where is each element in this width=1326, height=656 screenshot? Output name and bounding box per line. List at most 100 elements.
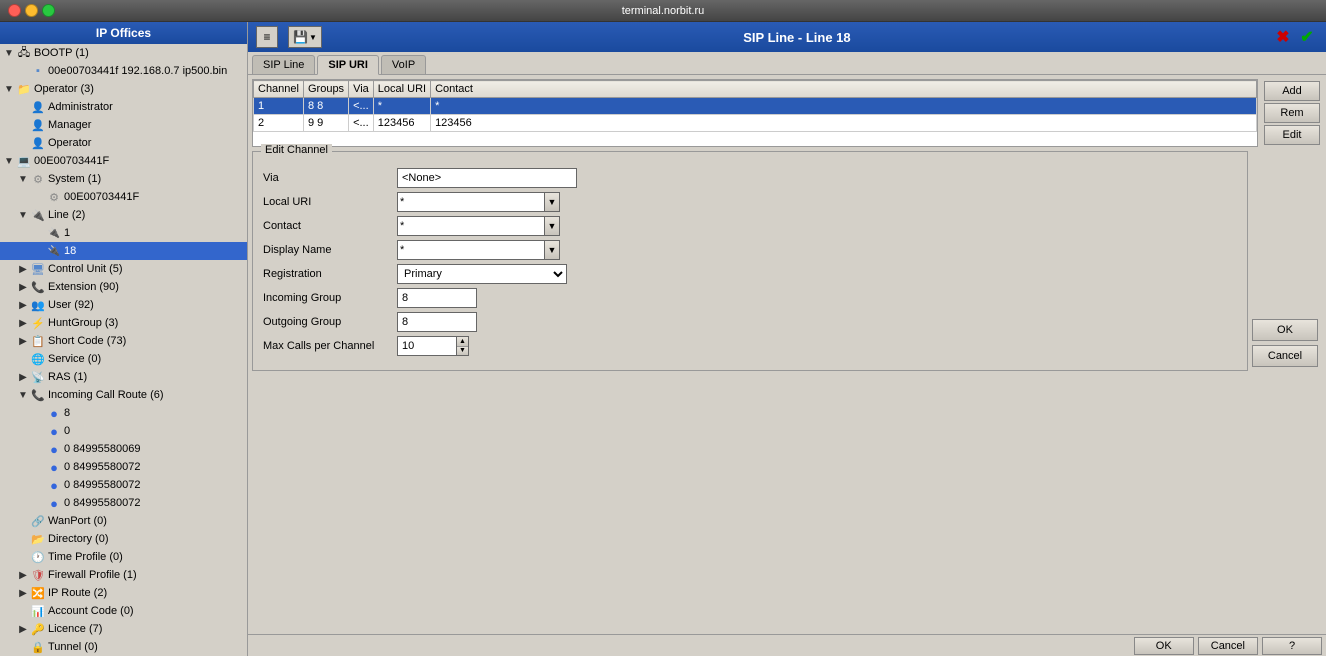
sidebar-item-bootp[interactable]: ▼ 🖧 BOOTP (1) [0,44,247,62]
edit-button[interactable]: Edit [1264,125,1320,145]
line-icon: 🔌 [30,207,46,223]
minimize-button[interactable] [25,4,38,17]
bottom-help-button[interactable]: ? [1262,637,1322,655]
spin-down-button[interactable]: ▼ [457,347,468,356]
sidebar-item-bootp-addr[interactable]: ▪ 00e00703441f 192.168.0.7 ip500.bin [0,62,247,80]
via-row: Via [263,168,1237,188]
sidebar-item-route-072a[interactable]: ● 0 84995580072 [0,458,247,476]
sidebar-item-incoming-call-route[interactable]: ▼ 📞 Incoming Call Route (6) [0,386,247,404]
sidebar-item-shortcode[interactable]: ▶ 📋 Short Code (73) [0,332,247,350]
sidebar-item-ip-route[interactable]: ▶ 🔀 IP Route (2) [0,584,247,602]
maximize-button[interactable] [42,4,55,17]
sidebar-item-control-unit[interactable]: ▶ 🖥 Control Unit (5) [0,260,247,278]
sidebar-item-licence[interactable]: ▶ 🔑 Licence (7) [0,620,247,638]
remove-button[interactable]: Rem [1264,103,1320,123]
sidebar-item-administrator[interactable]: 👤 Administrator [0,98,247,116]
bottom-ok-button[interactable]: OK [1134,637,1194,655]
sidebar-item-route-072b[interactable]: ● 0 84995580072 [0,476,247,494]
display-name-dropdown[interactable]: ▼ [544,240,560,260]
menu-button[interactable]: ≡ [256,26,278,48]
display-name-field[interactable] [397,240,544,260]
expander-ras[interactable]: ▶ [16,370,30,384]
sidebar-label-manager: Manager [48,119,91,131]
panel-toolbar: ≡ 💾 ▼ [256,26,322,48]
outgoing-group-input[interactable] [397,312,477,332]
window-controls[interactable] [8,4,55,17]
expander-op-item [16,136,30,150]
expander-admin [16,100,30,114]
right-panel: ≡ 💾 ▼ SIP Line - Line 18 ✖ ✔ SIP Line SI… [248,22,1326,656]
sidebar-item-route-0[interactable]: ● 0 [0,422,247,440]
sidebar-label-route-069: 0 84995580069 [64,443,140,455]
bottom-cancel-button[interactable]: Cancel [1198,637,1258,655]
expander-line[interactable]: ▼ [16,208,30,222]
contact-field[interactable] [397,216,544,236]
ok-button[interactable]: OK [1252,319,1318,341]
panel-close-button[interactable]: ✖ [1272,26,1294,48]
sidebar-item-firewall-profile[interactable]: ▶ 🛡 Firewall Profile (1) [0,566,247,584]
expander-control-unit[interactable]: ▶ [16,262,30,276]
cancel-button[interactable]: Cancel [1252,345,1318,367]
sidebar-item-route-8[interactable]: ● 8 [0,404,247,422]
expander-licence[interactable]: ▶ [16,622,30,636]
spin-up-button[interactable]: ▲ [457,337,468,347]
route-069-icon: ● [46,441,62,457]
expander-shortcode[interactable]: ▶ [16,334,30,348]
sidebar-item-extension[interactable]: ▶ 📞 Extension (90) [0,278,247,296]
sidebar-item-account-code[interactable]: 📊 Account Code (0) [0,602,247,620]
contact-dropdown[interactable]: ▼ [544,216,560,236]
local-uri-dropdown[interactable]: ▼ [544,192,560,212]
cell-groups: 9 9 [303,115,348,132]
incoming-group-input[interactable] [397,288,477,308]
add-button[interactable]: Add [1264,81,1320,101]
expander-user[interactable]: ▶ [16,298,30,312]
local-uri-label: Local URI [263,196,393,208]
sidebar-item-huntgroup[interactable]: ▶ ⚡ HuntGroup (3) [0,314,247,332]
local-uri-field[interactable] [397,192,544,212]
sidebar-item-time-profile[interactable]: 🕐 Time Profile (0) [0,548,247,566]
expander-icr[interactable]: ▼ [16,388,30,402]
sidebar-item-ras[interactable]: ▶ 📡 RAS (1) [0,368,247,386]
expander-bootp[interactable]: ▼ [2,46,16,60]
expander-extension[interactable]: ▶ [16,280,30,294]
system-icon: ⚙ [30,171,46,187]
registration-select[interactable]: Primary Secondary [397,264,567,284]
table-row[interactable]: 2 9 9 <... 123456 123456 [254,115,1257,132]
expander-operator[interactable]: ▼ [2,82,16,96]
sidebar-item-system[interactable]: ▼ ⚙ System (1) [0,170,247,188]
sidebar-item-system-item[interactable]: ⚙ 00E00703441F [0,188,247,206]
panel-header: ≡ 💾 ▼ SIP Line - Line 18 ✖ ✔ [248,22,1326,52]
tab-sip-line[interactable]: SIP Line [252,55,315,74]
expander-huntgroup[interactable]: ▶ [16,316,30,330]
sidebar-item-operator-item[interactable]: 👤 Operator [0,134,247,152]
max-calls-row: Max Calls per Channel ▲ ▼ [263,336,1237,356]
sidebar-item-directory[interactable]: 📂 Directory (0) [0,530,247,548]
expander-system[interactable]: ▼ [16,172,30,186]
sidebar-item-device[interactable]: ▼ 💻 00E00703441F [0,152,247,170]
tab-voip[interactable]: VoIP [381,55,426,74]
expander-device[interactable]: ▼ [2,154,16,168]
sidebar-item-user[interactable]: ▶ 👥 User (92) [0,296,247,314]
panel-save-button[interactable]: ✔ [1296,26,1318,48]
sidebar-item-service[interactable]: 🌐 Service (0) [0,350,247,368]
via-input[interactable] [397,168,577,188]
sidebar-item-tunnel[interactable]: 🔒 Tunnel (0) [0,638,247,656]
sidebar-item-line-1[interactable]: 🔌 1 [0,224,247,242]
max-calls-input[interactable] [397,336,457,356]
account-code-icon: 📊 [30,603,46,619]
sidebar-item-wanport[interactable]: 🔗 WanPort (0) [0,512,247,530]
close-button[interactable] [8,4,21,17]
sidebar-item-operator[interactable]: ▼ 📁 Operator (3) [0,80,247,98]
route-072a-icon: ● [46,459,62,475]
sidebar-item-line-18[interactable]: 🔌 18 [0,242,247,260]
col-contact: Contact [431,81,1257,98]
save-options-button[interactable]: 💾 ▼ [288,26,322,48]
expander-ip-route[interactable]: ▶ [16,586,30,600]
table-row[interactable]: 1 8 8 <... * * [254,98,1257,115]
sidebar-item-route-072c[interactable]: ● 0 84995580072 [0,494,247,512]
sidebar-item-line[interactable]: ▼ 🔌 Line (2) [0,206,247,224]
tab-sip-uri[interactable]: SIP URI [317,55,379,75]
expander-firewall[interactable]: ▶ [16,568,30,582]
sidebar-item-route-069[interactable]: ● 0 84995580069 [0,440,247,458]
sidebar-item-manager[interactable]: 👤 Manager [0,116,247,134]
